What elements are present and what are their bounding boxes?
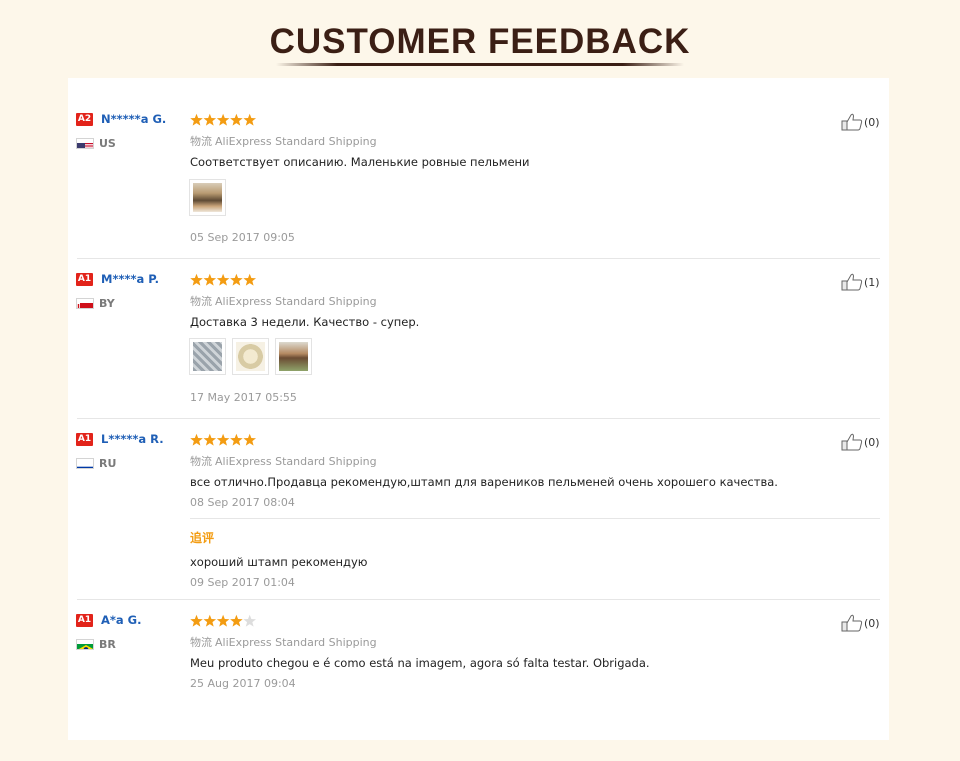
followup-label: 追评 [190, 531, 215, 545]
review-comment: Доставка 3 недели. Качество - супер. [190, 315, 420, 329]
followup-divider [190, 518, 880, 519]
buyer-level-badge: A1 [76, 614, 93, 627]
star-filled-icon [203, 433, 217, 446]
rating-stars [190, 112, 258, 126]
buyer-country: BR [99, 638, 116, 651]
helpful-count: (0) [864, 435, 880, 449]
followup-date: 09 Sep 2017 01:04 [190, 576, 295, 589]
review-photo[interactable] [189, 179, 226, 216]
helpful-count: (1) [864, 275, 880, 289]
br-flag-icon [76, 639, 94, 650]
shipping-method: 物流 AliExpress Standard Shipping [190, 453, 377, 469]
logistics-tag: 物流 [190, 455, 212, 468]
star-filled-icon [216, 433, 230, 446]
page-title: CUSTOMER FEEDBACK [269, 22, 691, 61]
review-divider [77, 258, 880, 259]
review-divider [77, 599, 880, 600]
buyer-country: BY [99, 297, 115, 310]
helpful-count: (0) [864, 616, 880, 630]
helpful-button[interactable]: (0) [841, 614, 880, 632]
review-date: 08 Sep 2017 08:04 [190, 496, 295, 509]
buyer-level-badge: A1 [76, 273, 93, 286]
review-photo[interactable] [189, 338, 226, 375]
star-filled-icon [230, 273, 243, 286]
buyer-country: RU [99, 457, 117, 470]
buyer-level-badge: A1 [76, 433, 93, 446]
followup-comment: хороший штамп рекомендую [190, 555, 368, 569]
review-comment: Соответствует описанию. Маленькие ровные… [190, 155, 530, 169]
star-filled-icon [216, 113, 230, 126]
review-comment: все отлично.Продавца рекомендую,штамп дл… [190, 475, 778, 489]
shipping-label: AliExpress Standard Shipping [215, 135, 377, 148]
star-filled-icon [190, 614, 203, 627]
shipping-label: AliExpress Standard Shipping [215, 455, 377, 468]
rating-stars [190, 613, 258, 627]
title-underline [276, 63, 684, 66]
thumbs-up-icon [841, 113, 863, 131]
shipping-method: 物流 AliExpress Standard Shipping [190, 634, 377, 650]
star-filled-icon [190, 433, 203, 446]
rating-stars [190, 272, 258, 286]
review-divider [77, 418, 880, 419]
logistics-tag: 物流 [190, 295, 212, 308]
shipping-label: AliExpress Standard Shipping [215, 636, 377, 649]
logistics-tag: 物流 [190, 135, 212, 148]
buyer-name[interactable]: L*****a R. [101, 432, 164, 446]
rating-stars [190, 432, 258, 446]
us-flag-icon [76, 138, 94, 149]
helpful-button[interactable]: (0) [841, 433, 880, 451]
star-filled-icon [216, 273, 230, 286]
star-empty-icon [243, 614, 256, 627]
shipping-method: 物流 AliExpress Standard Shipping [190, 293, 377, 309]
shipping-label: AliExpress Standard Shipping [215, 295, 377, 308]
review-date: 17 May 2017 05:55 [190, 391, 297, 404]
review-photo[interactable] [232, 338, 269, 375]
thumbs-up-icon [841, 433, 863, 451]
star-filled-icon [230, 113, 243, 126]
review-date: 25 Aug 2017 09:04 [190, 677, 296, 690]
star-filled-icon [203, 273, 217, 286]
buyer-name[interactable]: M****a P. [101, 272, 159, 286]
review-comment: Meu produto chegou e é como está na imag… [190, 656, 650, 670]
thumbs-up-icon [841, 273, 863, 291]
star-filled-icon [203, 614, 217, 627]
ru-flag-icon [76, 458, 94, 469]
star-filled-icon [203, 113, 217, 126]
shipping-method: 物流 AliExpress Standard Shipping [190, 133, 377, 149]
star-filled-icon [230, 614, 243, 627]
helpful-count: (0) [864, 115, 880, 129]
thumbs-up-icon [841, 614, 863, 632]
star-filled-icon [190, 273, 203, 286]
star-filled-icon [216, 614, 230, 627]
buyer-level-badge: A2 [76, 113, 93, 126]
review-date: 05 Sep 2017 09:05 [190, 231, 295, 244]
star-filled-icon [230, 433, 243, 446]
star-filled-icon [243, 273, 256, 286]
buyer-name[interactable]: A*a G. [101, 613, 142, 627]
star-filled-icon [243, 113, 256, 126]
feedback-panel: A2 N*****a G. US 物流 AliExpress Standard S… [68, 78, 889, 740]
helpful-button[interactable]: (1) [841, 273, 880, 291]
buyer-name[interactable]: N*****a G. [101, 112, 166, 126]
buyer-country: US [99, 137, 116, 150]
star-filled-icon [190, 113, 203, 126]
helpful-button[interactable]: (0) [841, 113, 880, 131]
logistics-tag: 物流 [190, 636, 212, 649]
review-photo[interactable] [275, 338, 312, 375]
star-filled-icon [243, 433, 256, 446]
by-flag-icon [76, 298, 94, 309]
